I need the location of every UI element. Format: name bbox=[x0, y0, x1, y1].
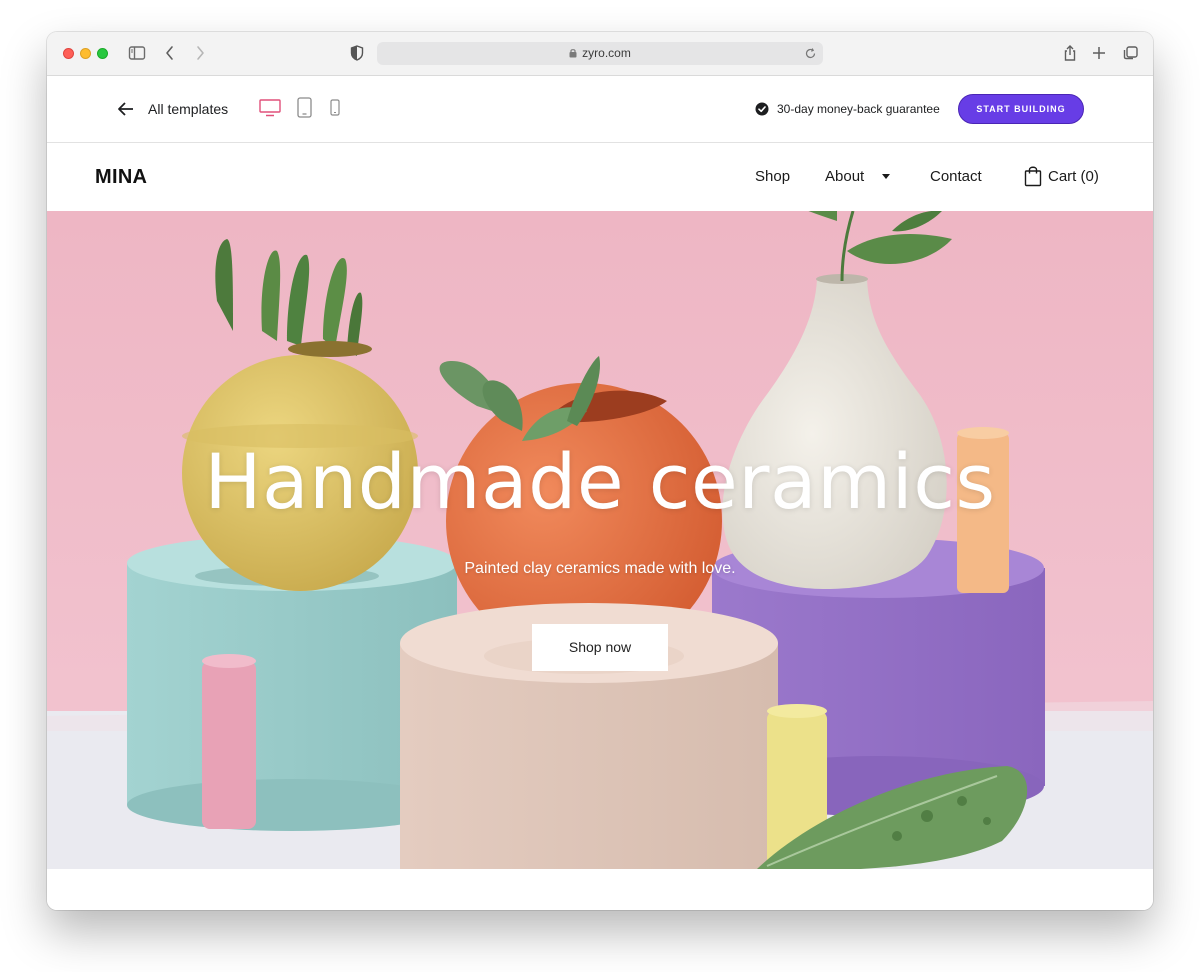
url-text: zyro.com bbox=[582, 46, 631, 60]
guarantee-text: 30-day money-back guarantee bbox=[777, 102, 940, 116]
chevron-down-icon[interactable] bbox=[882, 174, 890, 179]
hero-title: Handmade ceramics bbox=[204, 437, 996, 526]
reload-icon[interactable] bbox=[804, 47, 817, 60]
nav-about[interactable]: About bbox=[825, 167, 864, 187]
shop-now-button[interactable]: Shop now bbox=[532, 624, 668, 671]
close-window-button[interactable] bbox=[63, 48, 74, 59]
mobile-icon[interactable] bbox=[330, 99, 340, 116]
tabs-overview-icon[interactable] bbox=[1120, 43, 1140, 63]
site-header: MINA Shop About Contact Cart (0) bbox=[47, 143, 1153, 211]
nav-contact[interactable]: Contact bbox=[930, 167, 982, 187]
maximize-window-button[interactable] bbox=[97, 48, 108, 59]
browser-window: zyro.com All templates 30-day money-back… bbox=[47, 32, 1153, 910]
hero-section: Handmade ceramics Painted clay ceramics … bbox=[47, 211, 1153, 869]
shopping-bag-icon[interactable] bbox=[1024, 165, 1042, 187]
template-preview-bar: All templates 30-day money-back guarante… bbox=[47, 76, 1153, 143]
check-circle-icon bbox=[755, 102, 769, 116]
hero-subtitle: Painted clay ceramics made with love. bbox=[464, 560, 736, 577]
forward-icon[interactable] bbox=[190, 43, 210, 63]
nav-shop[interactable]: Shop bbox=[755, 167, 790, 187]
back-icon[interactable] bbox=[160, 43, 180, 63]
site-logo[interactable]: MINA bbox=[95, 166, 147, 189]
share-icon[interactable] bbox=[1060, 43, 1080, 63]
all-templates-link[interactable]: All templates bbox=[148, 100, 228, 118]
lock-icon bbox=[569, 49, 577, 58]
nav-cart[interactable]: Cart (0) bbox=[1048, 167, 1099, 187]
hero-photo bbox=[47, 211, 1153, 869]
desktop-icon[interactable] bbox=[259, 99, 281, 117]
browser-toolbar: zyro.com bbox=[47, 32, 1153, 76]
arrow-left-icon[interactable] bbox=[117, 100, 135, 118]
start-building-button[interactable]: START BUILDING bbox=[958, 94, 1084, 124]
shield-icon[interactable] bbox=[347, 43, 367, 63]
address-bar[interactable]: zyro.com bbox=[377, 42, 823, 65]
minimize-window-button[interactable] bbox=[80, 48, 91, 59]
tablet-icon[interactable] bbox=[297, 97, 312, 118]
page-below-hero bbox=[47, 869, 1153, 910]
new-tab-icon[interactable] bbox=[1089, 43, 1109, 63]
sidebar-icon[interactable] bbox=[127, 43, 147, 63]
